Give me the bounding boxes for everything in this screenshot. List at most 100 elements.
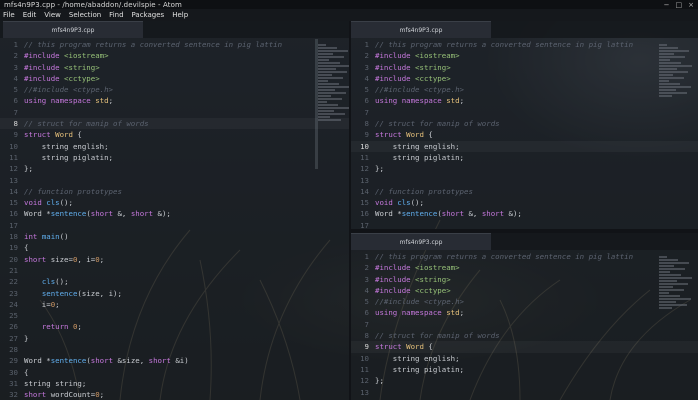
- code-line[interactable]: 18 int main(): [0, 231, 349, 242]
- code-line[interactable]: 5 //#include <ctype.h>: [0, 84, 349, 95]
- code-line[interactable]: 14 // function prototypes: [351, 186, 698, 197]
- code-token: main: [41, 232, 60, 242]
- code-token: &i): [170, 356, 189, 366]
- code-line[interactable]: 11 string piglatin;: [0, 152, 349, 163]
- menu-packages[interactable]: Packages: [132, 11, 165, 19]
- code-line[interactable]: 4 #include <cctype>: [351, 285, 698, 296]
- code-line[interactable]: 10 string english;: [0, 141, 349, 152]
- code-line[interactable]: 29 Word *sentence(short &size, short &i): [0, 355, 349, 366]
- editor-pane-left[interactable]: mfs4n9P3.cpp 1 // this program returns a …: [0, 21, 349, 400]
- code-token: string string;: [24, 378, 87, 388]
- minimap-line: [659, 265, 674, 267]
- menu-find[interactable]: Find: [109, 11, 123, 19]
- menu-file[interactable]: File: [3, 11, 15, 19]
- code-editor[interactable]: 1 // this program returns a converted sen…: [351, 251, 698, 398]
- code-line[interactable]: 9 struct Word {: [351, 341, 698, 353]
- code-line[interactable]: 4 #include <cctype>: [351, 73, 698, 84]
- code-line[interactable]: 24 i=0;: [0, 299, 349, 310]
- code-line[interactable]: 21: [0, 265, 349, 276]
- code-text: string piglatin;: [24, 152, 349, 163]
- tab-file[interactable]: mfs4n9P3.cpp: [351, 21, 491, 38]
- tab-file[interactable]: mfs4n9P3.cpp: [3, 21, 143, 38]
- code-line[interactable]: 6 using namespace std;: [0, 95, 349, 106]
- code-line[interactable]: 28: [0, 344, 349, 355]
- menu-view[interactable]: View: [44, 11, 61, 19]
- code-line[interactable]: 3 #include <string>: [0, 62, 349, 73]
- code-line[interactable]: 19 {: [0, 242, 349, 253]
- code-line[interactable]: 8 // struct for manip of words: [351, 118, 698, 129]
- menu-selection[interactable]: Selection: [69, 11, 101, 19]
- code-line[interactable]: 9 struct Word {: [351, 129, 698, 140]
- editor-pane-right-top[interactable]: mfs4n9P3.cpp 1 // this program returns a …: [351, 21, 698, 229]
- tab-label: mfs4n9P3.cpp: [51, 26, 95, 34]
- code-line[interactable]: 25: [0, 310, 349, 321]
- code-line[interactable]: 7: [351, 107, 698, 118]
- code-editor[interactable]: 1 // this program returns a converted sen…: [351, 39, 698, 229]
- code-line[interactable]: 13: [351, 175, 698, 186]
- code-line[interactable]: 7: [0, 107, 349, 118]
- code-line[interactable]: 1 // this program returns a converted sen…: [0, 39, 349, 50]
- code-line[interactable]: 12};: [351, 375, 698, 386]
- code-line[interactable]: 15 void cls();: [0, 197, 349, 208]
- code-line[interactable]: 9 struct Word {: [0, 129, 349, 140]
- minimap-line: [659, 292, 669, 294]
- code-line[interactable]: 7: [351, 319, 698, 330]
- code-line[interactable]: 22 cls();: [0, 276, 349, 287]
- minimize-icon[interactable]: −: [664, 1, 670, 9]
- code-line[interactable]: 11 string piglatin;: [351, 364, 698, 375]
- code-line[interactable]: 12};: [351, 163, 698, 174]
- code-line[interactable]: 13: [351, 387, 698, 398]
- code-line[interactable]: 15 void cls();: [351, 197, 698, 208]
- code-line[interactable]: 11 string piglatin;: [351, 152, 698, 163]
- code-line[interactable]: 16 Word *sentence(short &, short &);: [351, 208, 698, 219]
- code-line[interactable]: 17: [0, 220, 349, 231]
- code-line[interactable]: 20 short size=0, i=0;: [0, 254, 349, 265]
- code-line[interactable]: 8 // struct for manip of words: [351, 330, 698, 341]
- code-line[interactable]: 3 #include <string>: [351, 274, 698, 285]
- code-line[interactable]: 12};: [0, 163, 349, 174]
- code-line[interactable]: 31 string string;: [0, 378, 349, 389]
- code-line[interactable]: 6 using namespace std;: [351, 95, 698, 106]
- minimap[interactable]: [659, 255, 695, 375]
- code-line[interactable]: 17: [351, 220, 698, 229]
- code-line[interactable]: 1 // this program returns a converted sen…: [351, 39, 698, 50]
- minimap[interactable]: [318, 43, 349, 163]
- code-line[interactable]: 1 // this program returns a converted sen…: [351, 251, 698, 262]
- code-editor[interactable]: 1 // this program returns a converted sen…: [0, 39, 349, 400]
- line-number: 2: [364, 263, 369, 273]
- code-line[interactable]: 2 #include <iostream>: [351, 262, 698, 273]
- minimap-line: [318, 86, 349, 88]
- maximize-icon[interactable]: □: [676, 1, 683, 9]
- code-line[interactable]: 2 #include <iostream>: [351, 50, 698, 61]
- code-text: #include <string>: [24, 62, 349, 73]
- code-line[interactable]: 5 //#include <ctype.h>: [351, 84, 698, 95]
- close-icon[interactable]: ×: [688, 1, 694, 9]
- code-line[interactable]: 4 #include <cctype>: [0, 73, 349, 84]
- tab-file[interactable]: mfs4n9P3.cpp: [351, 233, 491, 250]
- tab-label: mfs4n9P3.cpp: [399, 26, 443, 34]
- code-token: string english;: [24, 141, 109, 151]
- code-line[interactable]: 16 Word *sentence(short &, short &);: [0, 208, 349, 219]
- code-text: return 0;: [24, 321, 349, 332]
- code-line[interactable]: 26 return 0;: [0, 321, 349, 332]
- code-line[interactable]: 32 short wordCount=0;: [0, 389, 349, 400]
- code-line[interactable]: 30 {: [0, 367, 349, 378]
- code-line[interactable]: 3 #include <string>: [351, 62, 698, 73]
- code-line[interactable]: 6 using namespace std;: [351, 307, 698, 318]
- code-line[interactable]: 10 string english;: [351, 140, 698, 152]
- code-line[interactable]: 8 // struct for manip of words: [0, 118, 349, 130]
- code-text: Word *sentence(short &size, short &i): [24, 355, 349, 366]
- code-line[interactable]: 5 //#include <ctype.h>: [351, 296, 698, 307]
- code-line[interactable]: 10 string english;: [351, 353, 698, 364]
- code-line[interactable]: 14 // function prototypes: [0, 186, 349, 197]
- code-line[interactable]: 23 sentence(size, i);: [0, 288, 349, 299]
- code-token: };: [24, 164, 33, 174]
- minimap[interactable]: [659, 43, 695, 163]
- code-line[interactable]: 13: [0, 175, 349, 186]
- code-line[interactable]: 27}: [0, 333, 349, 344]
- editor-pane-right-bottom[interactable]: mfs4n9P3.cpp 1 // this program returns a …: [351, 233, 698, 400]
- menu-edit[interactable]: Edit: [23, 11, 37, 19]
- code-line[interactable]: 2 #include <iostream>: [0, 50, 349, 61]
- menu-help[interactable]: Help: [172, 11, 188, 19]
